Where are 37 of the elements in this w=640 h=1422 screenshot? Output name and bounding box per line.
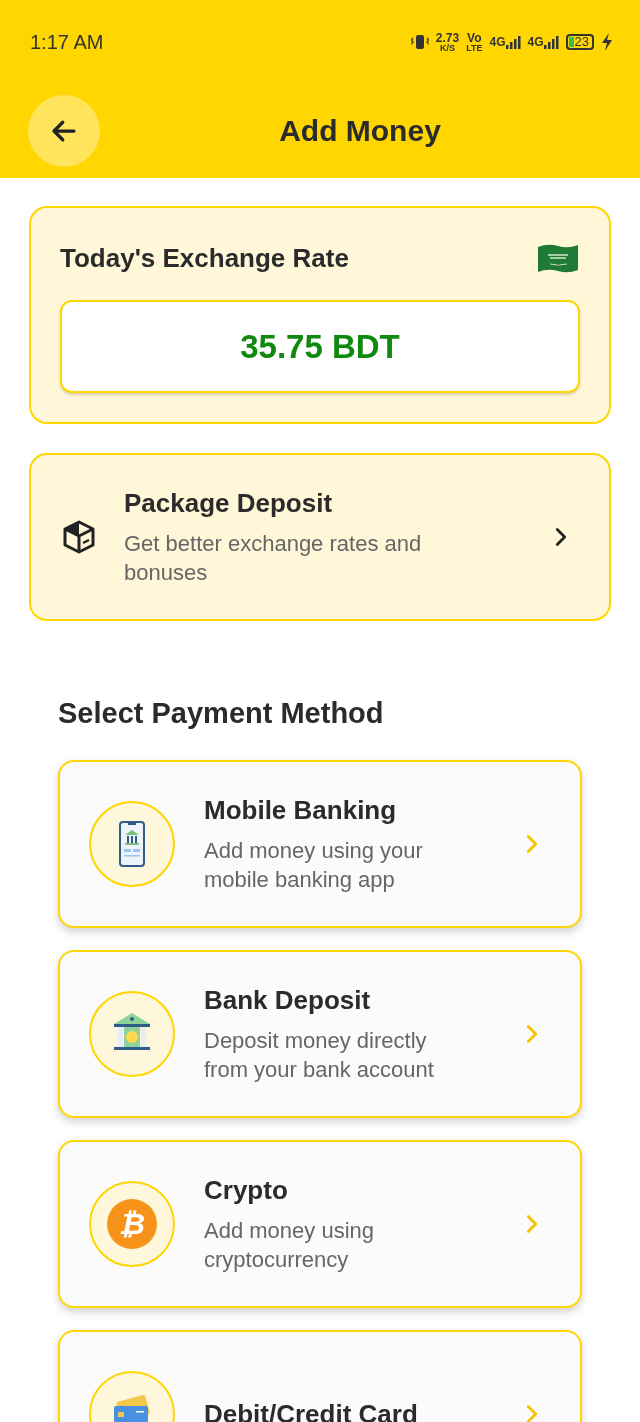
signal-icon	[505, 36, 521, 49]
network-type: 4G	[527, 35, 544, 49]
method-title: Mobile Banking	[204, 794, 398, 826]
speed-unit: K/S	[439, 43, 455, 53]
section-heading: Select Payment Method	[58, 697, 385, 730]
chevron-right-icon	[524, 1213, 540, 1235]
network-type: 4G	[489, 35, 506, 49]
signal-icon	[543, 36, 559, 49]
volte-label: Vo	[467, 31, 482, 44]
package-title: Package Deposit	[124, 487, 334, 519]
method-title: Crypto	[204, 1174, 289, 1206]
package-deposit-card[interactable]: Package Deposit Get better exchange rates and bonuses	[29, 453, 611, 621]
method-subtitle: Add money using your mobile banking app	[204, 836, 424, 894]
payment-method-card[interactable]: Bank Deposit Deposit money directly from your bank account	[58, 950, 582, 1118]
battery-percent: 23	[573, 34, 594, 50]
payment-method-card[interactable]: Mobile Banking Add money using your mobile banking app	[58, 760, 582, 928]
chevron-right-icon	[524, 1023, 540, 1045]
chevron-right-icon	[553, 526, 569, 548]
package-subtitle: Get better exchange rates and bonuses	[124, 529, 423, 587]
volte-label: LTE	[466, 43, 483, 53]
method-subtitle: Add money using cryptocurrency	[204, 1216, 375, 1274]
vibrate-icon	[410, 33, 429, 51]
flag-icon	[536, 242, 580, 274]
method-subtitle: Deposit money directly from your bank account	[204, 1026, 435, 1084]
bitcoin-icon: ₿	[107, 1199, 157, 1249]
payment-method-card[interactable]: ₿ Crypto Add money using cryptocurrency	[58, 1140, 582, 1308]
status-time: 1:17 AM	[30, 30, 104, 54]
chevron-right-icon	[524, 1403, 540, 1422]
chevron-right-icon	[524, 833, 540, 855]
method-title: Bank Deposit	[204, 984, 372, 1016]
box-icon	[61, 519, 97, 555]
card-title: Today's Exchange Rate	[60, 242, 349, 274]
page-title: Add Money	[278, 114, 442, 148]
charging-icon	[601, 33, 613, 51]
speed-value: 2.73	[435, 31, 460, 44]
battery-icon	[565, 34, 574, 50]
exchange-rate-value: 35.75 BDT	[240, 327, 400, 366]
